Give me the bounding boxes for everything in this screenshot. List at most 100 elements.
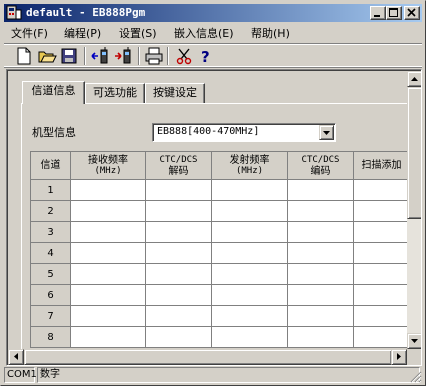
rx-ctcdcs-cell[interactable]	[145, 326, 212, 348]
open-folder-icon[interactable]	[37, 47, 57, 65]
vertical-scrollbar[interactable]	[407, 71, 421, 349]
title-bar[interactable]: default - EB888Pgm	[4, 4, 422, 22]
scan-add-cell[interactable]	[353, 326, 410, 348]
row-header[interactable]: 3	[30, 221, 71, 243]
toolbar-separator	[167, 47, 169, 65]
minimize-button[interactable]	[370, 6, 386, 20]
tx-freq-cell[interactable]	[211, 326, 288, 348]
tx-ctcdcs-cell[interactable]	[287, 284, 354, 306]
tx-ctcdcs-cell[interactable]	[287, 179, 354, 201]
rx-ctcdcs-cell[interactable]	[145, 284, 212, 306]
column-header-tx-freq[interactable]: 发射频率 (MHz)	[211, 151, 288, 180]
menu-file[interactable]: 文件(F)	[11, 25, 48, 41]
column-header-scan-add[interactable]: 扫描添加	[353, 151, 410, 180]
tx-ctcdcs-cell[interactable]	[287, 242, 354, 264]
tx-freq-cell[interactable]	[211, 179, 288, 201]
row-header[interactable]: 4	[30, 242, 71, 264]
menu-program[interactable]: 编程(P)	[64, 25, 101, 41]
rx-freq-cell[interactable]	[70, 326, 146, 348]
menu-help[interactable]: 帮助(H)	[251, 25, 290, 41]
table-row: 5	[30, 263, 410, 285]
status-port: COM1	[4, 367, 37, 383]
table-row: 1	[30, 179, 410, 201]
write-radio-icon[interactable]	[114, 47, 134, 65]
maximize-button[interactable]	[386, 6, 402, 20]
tx-ctcdcs-cell[interactable]	[287, 305, 354, 327]
cut-icon[interactable]	[174, 47, 194, 65]
rx-freq-cell[interactable]	[70, 200, 146, 222]
tx-freq-cell[interactable]	[211, 263, 288, 285]
row-header[interactable]: 2	[30, 200, 71, 222]
tx-freq-cell[interactable]	[211, 305, 288, 327]
column-header-tx-ctcdcs[interactable]: CTC/DCS 编码	[287, 151, 354, 180]
scan-add-cell[interactable]	[353, 200, 410, 222]
menu-settings[interactable]: 设置(S)	[119, 25, 157, 41]
rx-ctcdcs-cell[interactable]	[145, 242, 212, 264]
rx-freq-cell[interactable]	[70, 284, 146, 306]
column-header-rx-ctcdcs[interactable]: CTC/DCS 解码	[145, 151, 212, 180]
row-header[interactable]: 8	[30, 326, 71, 348]
read-radio-icon[interactable]	[91, 47, 111, 65]
scroll-down-button[interactable]	[407, 333, 421, 349]
row-header[interactable]: 6	[30, 284, 71, 306]
app-icon[interactable]	[6, 5, 22, 21]
tx-ctcdcs-cell[interactable]	[287, 263, 354, 285]
table-row: 8	[30, 326, 410, 348]
chevron-down-icon	[323, 131, 330, 135]
help-icon[interactable]: ?	[196, 47, 216, 65]
tx-ctcdcs-cell[interactable]	[287, 326, 354, 348]
model-label: 机型信息	[32, 126, 76, 139]
new-file-icon[interactable]	[14, 47, 34, 65]
resize-grip-icon[interactable]	[410, 371, 422, 383]
document-view: 信道信息 可选功能 按键设定 机型信息 EB888[400-470MHz] 信道	[6, 69, 422, 366]
row-header[interactable]: 5	[30, 263, 71, 285]
menu-embed-info[interactable]: 嵌入信息(E)	[174, 25, 234, 41]
tx-freq-cell[interactable]	[211, 200, 288, 222]
model-select[interactable]: EB888[400-470MHz]	[152, 123, 336, 142]
scan-add-cell[interactable]	[353, 242, 410, 264]
column-header-rx-freq[interactable]: 接收频率 (MHz)	[70, 151, 146, 180]
scroll-up-button[interactable]	[407, 71, 421, 87]
scroll-right-button[interactable]	[391, 349, 407, 365]
table-header-row: 信道 接收频率 (MHz) CTC/DCS 解码 发射频率 (MHz) CTC/DCS…	[30, 151, 410, 180]
horizontal-scroll-thumb[interactable]	[24, 349, 392, 365]
scroll-left-button[interactable]	[8, 349, 24, 365]
scan-add-cell[interactable]	[353, 263, 410, 285]
minimize-icon	[374, 15, 380, 17]
column-header-channel[interactable]: 信道	[30, 151, 71, 180]
rx-ctcdcs-cell[interactable]	[145, 305, 212, 327]
rx-ctcdcs-cell[interactable]	[145, 200, 212, 222]
rx-ctcdcs-cell[interactable]	[145, 179, 212, 201]
scan-add-cell[interactable]	[353, 305, 410, 327]
tab-optional-features[interactable]: 可选功能	[85, 83, 145, 103]
rx-ctcdcs-cell[interactable]	[145, 263, 212, 285]
scrollbar-corner	[407, 349, 421, 365]
tx-ctcdcs-cell[interactable]	[287, 221, 354, 243]
window-title: default - EB888Pgm	[26, 6, 146, 19]
scan-add-cell[interactable]	[353, 221, 410, 243]
print-icon[interactable]	[144, 47, 164, 65]
rx-freq-cell[interactable]	[70, 242, 146, 264]
rx-freq-cell[interactable]	[70, 263, 146, 285]
scan-add-cell[interactable]	[353, 284, 410, 306]
rx-freq-cell[interactable]	[70, 305, 146, 327]
rx-freq-cell[interactable]	[70, 221, 146, 243]
tx-freq-cell[interactable]	[211, 242, 288, 264]
close-button[interactable]	[404, 6, 420, 20]
tx-freq-cell[interactable]	[211, 284, 288, 306]
horizontal-scrollbar[interactable]	[8, 349, 407, 365]
tx-ctcdcs-cell[interactable]	[287, 200, 354, 222]
tab-channel-info[interactable]: 信道信息	[22, 81, 85, 104]
tx-freq-cell[interactable]	[211, 221, 288, 243]
rx-ctcdcs-cell[interactable]	[145, 221, 212, 243]
vertical-scroll-thumb[interactable]	[407, 87, 421, 219]
row-header[interactable]: 7	[30, 305, 71, 327]
tab-key-settings[interactable]: 按键设定	[145, 83, 205, 103]
scan-add-cell[interactable]	[353, 179, 410, 201]
rx-freq-cell[interactable]	[70, 179, 146, 201]
save-disk-icon[interactable]	[59, 47, 79, 65]
toolbar-separator	[138, 47, 140, 65]
dropdown-button[interactable]	[319, 125, 334, 140]
row-header[interactable]: 1	[30, 179, 71, 201]
menu-bar: 文件(F) 编程(P) 设置(S) 嵌入信息(E) 帮助(H)	[4, 23, 422, 42]
